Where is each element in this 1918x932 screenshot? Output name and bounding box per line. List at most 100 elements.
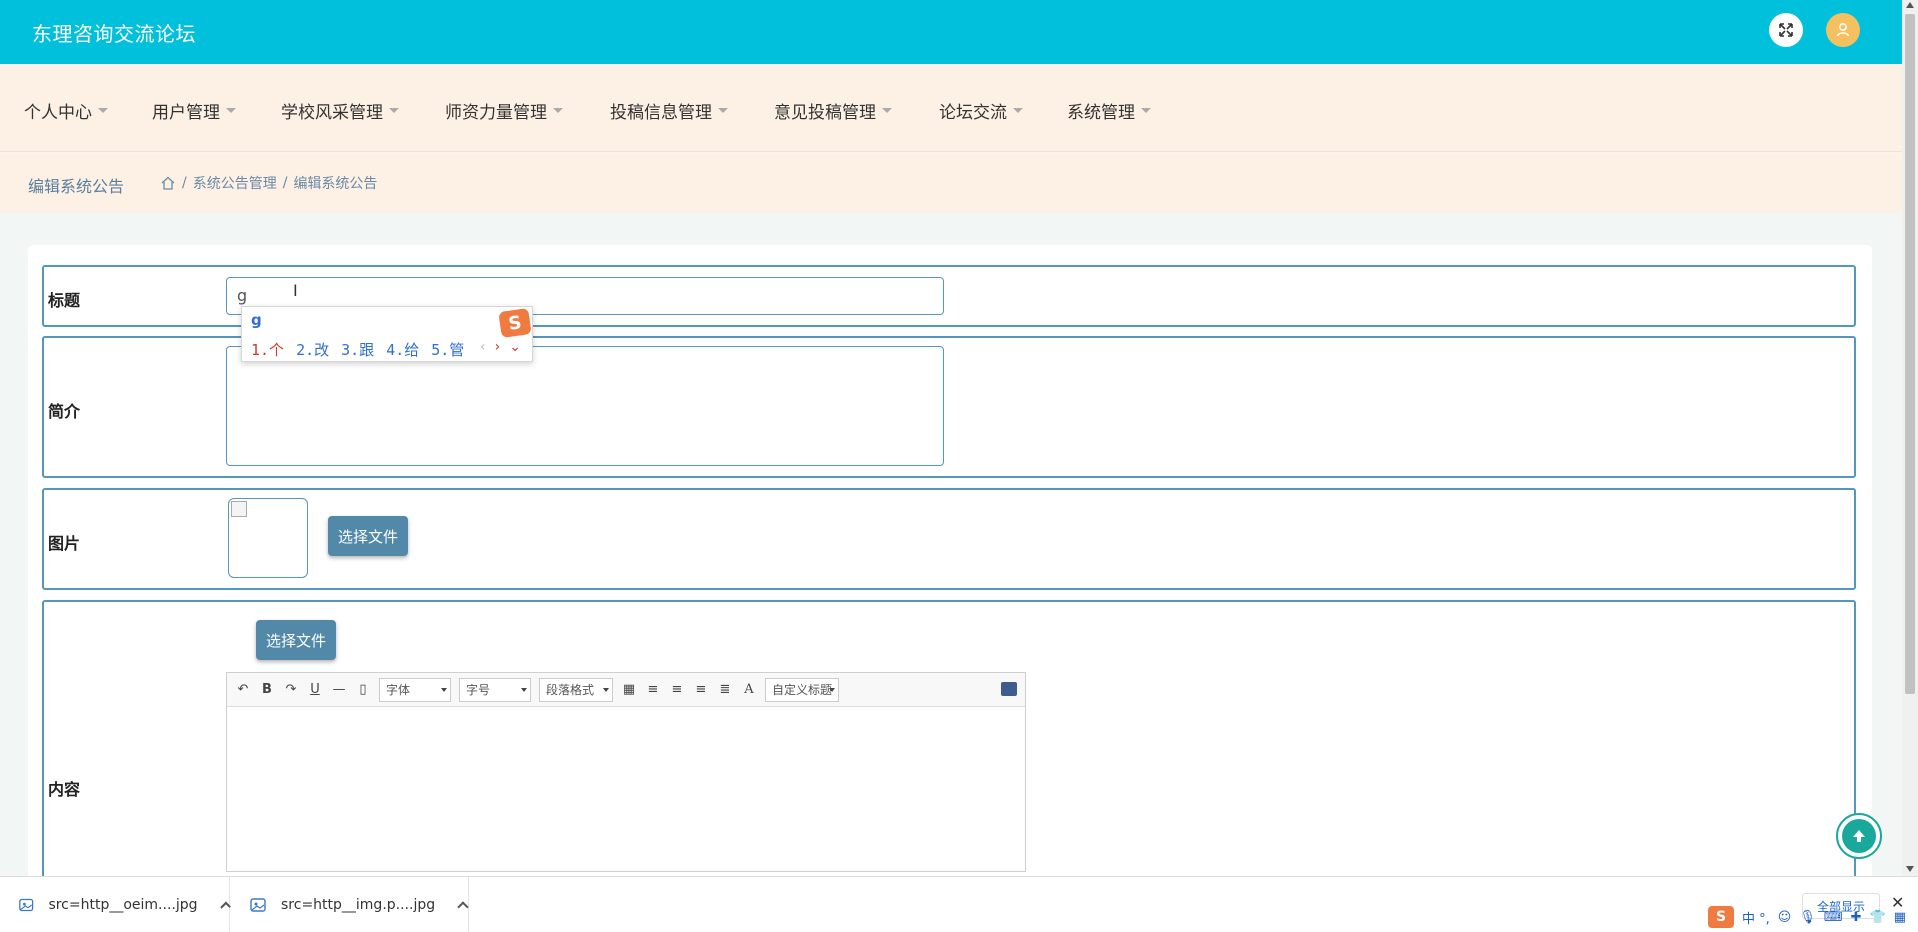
breadcrumb-separator: / — [282, 175, 288, 191]
nav-item-school-style[interactable]: 学校风采管理 — [281, 98, 399, 123]
nav-item-label: 投稿信息管理 — [610, 103, 712, 123]
bold-icon[interactable]: B — [259, 682, 275, 698]
caret-down-icon — [389, 108, 399, 113]
grid-menu-icon[interactable]: ▦ — [1894, 910, 1906, 925]
nav-item-faculty[interactable]: 师资力量管理 — [445, 98, 563, 123]
ime-candidate[interactable]: 2.改 — [296, 339, 329, 360]
arrow-up-icon — [1842, 819, 1876, 853]
chevron-up-icon[interactable] — [219, 901, 231, 913]
page-scrollbar[interactable] — [1902, 0, 1918, 876]
ime-candidate[interactable]: 5.管 — [431, 339, 464, 360]
download-item[interactable]: src=http__img.p....jpg — [231, 877, 469, 932]
home-icon[interactable] — [160, 175, 176, 191]
nav-item-forum[interactable]: 论坛交流 — [939, 98, 1023, 123]
caret-down-icon — [1141, 108, 1151, 113]
caret-down-icon — [553, 108, 563, 113]
ime-status-text[interactable]: 中 °, — [1742, 908, 1770, 927]
ime-composition: g — [251, 311, 262, 329]
intro-textarea[interactable] — [226, 346, 944, 466]
paragraph-format-label: 段落格式 — [546, 683, 595, 697]
font-family-select[interactable]: 字体 — [379, 677, 451, 702]
image-label: 图片 — [48, 534, 81, 553]
ime-candidate[interactable]: 4.给 — [386, 339, 419, 360]
ime-candidate[interactable]: 1.个 — [251, 339, 284, 360]
align-center-icon[interactable]: ≡ — [693, 682, 709, 698]
font-color-icon[interactable]: A — [741, 682, 757, 698]
image-row: 图片 选择文件 — [42, 488, 1856, 590]
nav-item-user-management[interactable]: 用户管理 — [152, 98, 236, 123]
rich-text-editor[interactable]: ↶ B ↷ U — ▯ 字体 字号 段落格式 ▦ ≡ ≡ ≡ ≣ A 自定义标题 — [226, 672, 1026, 872]
nav-item-feedback[interactable]: 意见投稿管理 — [774, 98, 892, 123]
nav-item-label: 论坛交流 — [939, 103, 1007, 123]
content-choose-file-button[interactable]: 选择文件 — [256, 620, 337, 660]
ime-candidate-popup: g S 1.个 2.改 3.跟 4.给 5.管 ‹ › ⌄ — [241, 306, 533, 362]
image-choose-file-button[interactable]: 选择文件 — [328, 516, 409, 556]
title-label: 标题 — [48, 291, 81, 310]
back-to-top-button[interactable] — [1836, 813, 1882, 859]
ime-expand-icon[interactable]: ⌄ — [509, 339, 521, 355]
paragraph-format-select[interactable]: 段落格式 — [539, 677, 613, 702]
microphone-icon[interactable]: 🎙 — [1799, 910, 1816, 925]
ime-next-icon[interactable]: › — [495, 339, 501, 355]
undo-icon[interactable]: ↶ — [235, 682, 251, 698]
ime-prev-icon[interactable]: ‹ — [480, 339, 486, 355]
download-filename: src=http__img.p....jpg — [281, 897, 436, 913]
fullscreen-editor-icon[interactable] — [1001, 682, 1017, 696]
breadcrumb-separator: / — [182, 175, 187, 191]
chevron-up-icon[interactable] — [457, 901, 469, 913]
sogou-logo-icon: S — [498, 308, 532, 338]
redo-icon[interactable]: ↷ — [283, 682, 299, 698]
caret-down-icon — [718, 108, 728, 113]
align-left-icon[interactable]: ≡ — [645, 682, 661, 698]
ime-candidate[interactable]: 3.跟 — [341, 339, 374, 360]
dropdown-icon — [521, 687, 527, 692]
scroll-thumb[interactable] — [1905, 14, 1915, 694]
keyboard-icon[interactable]: ⌨ — [1824, 910, 1843, 925]
nav-item-label: 意见投稿管理 — [774, 103, 876, 123]
nav-item-label: 学校风采管理 — [281, 103, 383, 123]
horizontal-rule-icon[interactable]: — — [331, 682, 347, 698]
editor-toolbar: ↶ B ↷ U — ▯ 字体 字号 段落格式 ▦ ≡ ≡ ≡ ≣ A 自定义标题 — [227, 673, 1025, 707]
breadcrumb-item[interactable]: 系统公告管理 — [193, 173, 277, 193]
nav-item-submissions[interactable]: 投稿信息管理 — [610, 98, 728, 123]
nav-item-label: 系统管理 — [1067, 103, 1135, 123]
avatar-button[interactable] — [1826, 13, 1860, 47]
main-nav: 个人中心 用户管理 学校风采管理 师资力量管理 投稿信息管理 意见投稿管理 论坛… — [0, 64, 1902, 152]
file-image-icon — [19, 898, 34, 912]
skin-icon[interactable]: 👕 — [1870, 910, 1886, 925]
toolbox-icon[interactable]: ✚ — [1851, 910, 1862, 925]
nav-item-label: 个人中心 — [24, 103, 92, 123]
page-icon[interactable]: ▯ — [355, 682, 371, 698]
caret-down-icon — [226, 108, 236, 113]
sogou-logo-icon[interactable]: S — [1708, 906, 1734, 928]
scroll-down-icon[interactable] — [1906, 866, 1914, 872]
table-icon[interactable]: ▦ — [621, 682, 637, 698]
font-size-select[interactable]: 字号 — [459, 677, 531, 702]
download-item[interactable]: src=http__oeim....jpg — [0, 877, 231, 932]
breadcrumb-bar: 编辑系统公告 / 系统公告管理 / 编辑系统公告 — [0, 153, 1902, 213]
dropdown-icon — [829, 687, 835, 692]
underline-icon[interactable]: U — [307, 682, 323, 698]
nav-item-system[interactable]: 系统管理 — [1067, 98, 1151, 123]
download-filename: src=http__oeim....jpg — [48, 897, 198, 913]
broken-image-icon — [231, 501, 247, 517]
emoji-icon[interactable]: ☺ — [1778, 910, 1792, 925]
fullscreen-button[interactable] — [1769, 13, 1803, 47]
font-size-label: 字号 — [466, 683, 491, 697]
align-right-icon[interactable]: ≡ — [669, 682, 685, 698]
ime-nav: ‹ › ⌄ — [480, 339, 521, 355]
caret-down-icon — [98, 108, 108, 113]
align-justify-icon[interactable]: ≣ — [717, 682, 733, 698]
dropdown-icon — [603, 687, 609, 692]
scroll-up-icon[interactable] — [1906, 2, 1914, 8]
page-title: 编辑系统公告 — [28, 177, 125, 196]
app-title: 东理咨询交流论坛 — [32, 22, 196, 46]
nav-item-label: 师资力量管理 — [445, 103, 547, 123]
content-label: 内容 — [48, 780, 81, 799]
expand-icon — [1779, 23, 1793, 37]
custom-title-select[interactable]: 自定义标题 — [765, 677, 839, 702]
breadcrumb-item: 编辑系统公告 — [293, 176, 378, 192]
ime-tray: S 中 °, ☺ 🎙 ⌨ ✚ 👕 ▦ — [1708, 906, 1906, 928]
nav-item-personal-center[interactable]: 个人中心 — [24, 98, 108, 123]
ime-candidates: 1.个 2.改 3.跟 4.给 5.管 — [251, 339, 464, 360]
